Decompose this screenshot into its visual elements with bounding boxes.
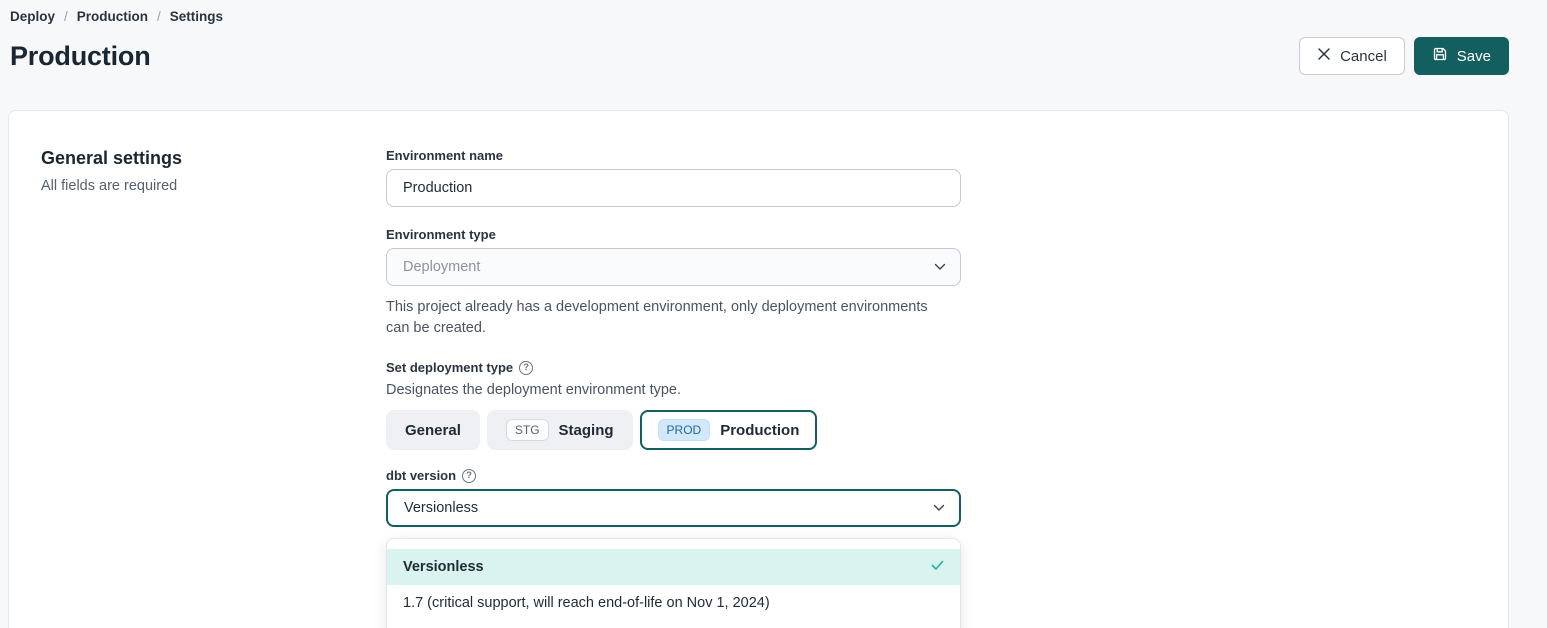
deployment-type-description: Designates the deployment environment ty…	[386, 382, 961, 398]
chevron-down-icon	[934, 259, 946, 275]
deployment-type-label: Set deployment type	[386, 360, 513, 375]
deployment-type-production-button[interactable]: PROD Production	[640, 410, 818, 450]
deployment-type-options: General STG Staging PROD Production	[386, 410, 961, 450]
dbt-version-select[interactable]: Versionless	[386, 489, 961, 527]
help-icon[interactable]: ?	[462, 469, 476, 483]
deployment-type-general-button[interactable]: General	[386, 410, 480, 450]
close-icon	[1317, 47, 1331, 65]
save-button[interactable]: Save	[1414, 37, 1509, 75]
dropdown-option-1-6[interactable]: 1.6 (critical support, will reach end-of…	[387, 621, 960, 628]
dropdown-option-versionless[interactable]: Versionless	[387, 549, 960, 585]
page-header: Deploy / Production / Settings Productio…	[0, 0, 1547, 75]
page-title: Production	[10, 41, 151, 72]
dbt-version-dropdown-menu: Versionless 1.7 (critical support, will …	[386, 538, 961, 628]
cancel-button-label: Cancel	[1340, 48, 1387, 65]
environment-type-helper: This project already has a development e…	[386, 297, 946, 338]
environment-name-input[interactable]	[386, 169, 961, 207]
breadcrumb-separator: /	[64, 9, 68, 24]
dropdown-option-1-7[interactable]: 1.7 (critical support, will reach end-of…	[387, 585, 960, 621]
environment-type-select[interactable]: Deployment	[386, 248, 961, 286]
save-button-label: Save	[1457, 48, 1491, 65]
cancel-button[interactable]: Cancel	[1299, 37, 1405, 75]
deployment-type-staging-button[interactable]: STG Staging	[487, 410, 633, 450]
dbt-version-value: Versionless	[404, 500, 478, 516]
header-actions: Cancel Save	[1299, 37, 1509, 75]
section-subheading: All fields are required	[41, 178, 386, 194]
production-badge: PROD	[658, 419, 711, 441]
general-settings-card: General settings All fields are required…	[8, 110, 1509, 628]
section-heading: General settings	[41, 148, 386, 169]
breadcrumb-item-settings: Settings	[170, 9, 223, 24]
environment-name-label: Environment name	[386, 148, 961, 163]
deployment-type-general-label: General	[405, 422, 461, 439]
help-icon[interactable]: ?	[519, 361, 533, 375]
environment-type-value: Deployment	[403, 259, 480, 275]
breadcrumb: Deploy / Production / Settings	[10, 9, 1509, 24]
check-icon	[931, 559, 944, 575]
breadcrumb-item-deploy[interactable]: Deploy	[10, 9, 55, 24]
deployment-type-production-label: Production	[720, 422, 799, 439]
dropdown-option-label: Versionless	[403, 559, 484, 575]
dbt-version-label: dbt version	[386, 468, 456, 483]
breadcrumb-item-production[interactable]: Production	[77, 9, 148, 24]
chevron-down-icon	[933, 500, 945, 516]
save-icon	[1432, 46, 1448, 66]
environment-type-label: Environment type	[386, 227, 961, 242]
dropdown-option-label: 1.7 (critical support, will reach end-of…	[403, 595, 770, 611]
breadcrumb-separator: /	[157, 9, 161, 24]
staging-badge: STG	[506, 419, 549, 441]
deployment-type-staging-label: Staging	[559, 422, 614, 439]
